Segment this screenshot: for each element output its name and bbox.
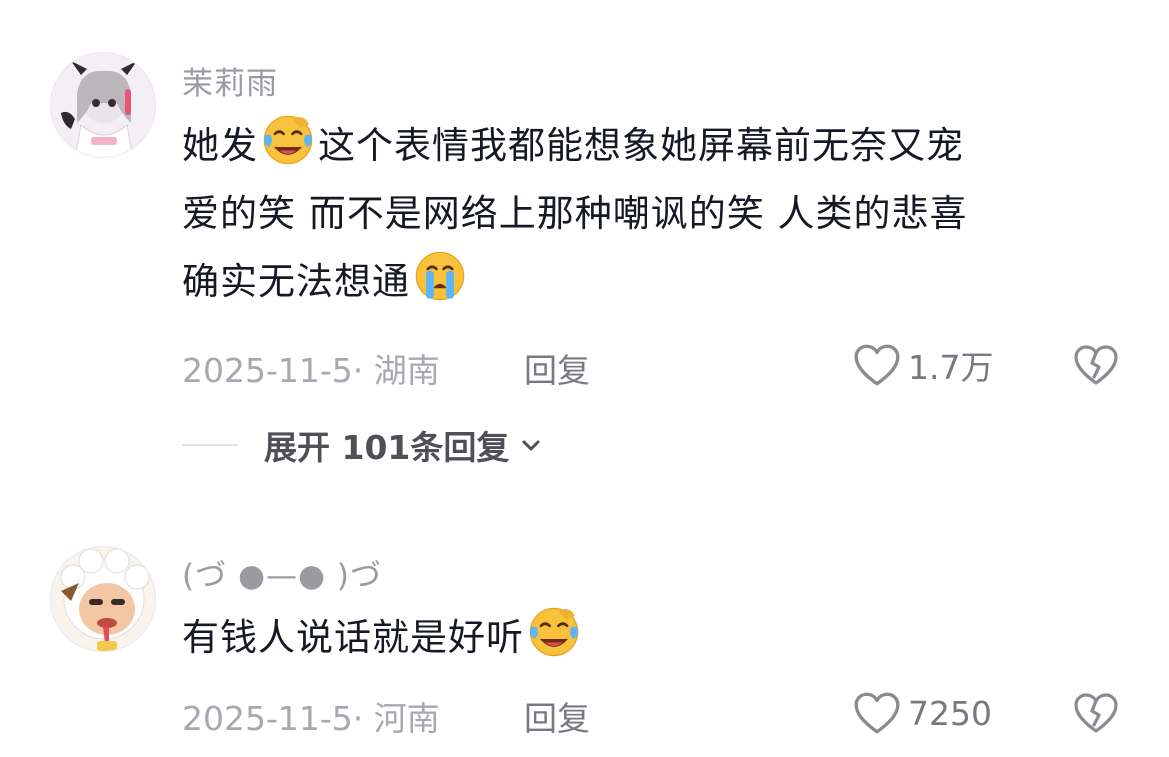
username[interactable]: (づ ●—● )づ — [182, 550, 382, 595]
laughing-crying-emoji-icon — [526, 604, 582, 660]
heart-icon — [852, 690, 902, 736]
like-button[interactable]: 7250 — [852, 688, 992, 738]
comment-text-part: 有钱人说话就是好听 — [182, 616, 524, 659]
comment-2: (づ ●—● )づ 有钱人说话就是好听 2025-11-5· 河南 回复 725… — [0, 0, 1169, 757]
reply-button[interactable]: 回复 — [524, 692, 590, 740]
like-count: 7250 — [908, 693, 992, 733]
broken-heart-icon[interactable] — [1072, 690, 1120, 736]
comment-date-location: 2025-11-5· 河南 — [182, 699, 440, 738]
comment-text: 有钱人说话就是好听 — [182, 604, 1092, 672]
avatar[interactable] — [50, 546, 156, 652]
